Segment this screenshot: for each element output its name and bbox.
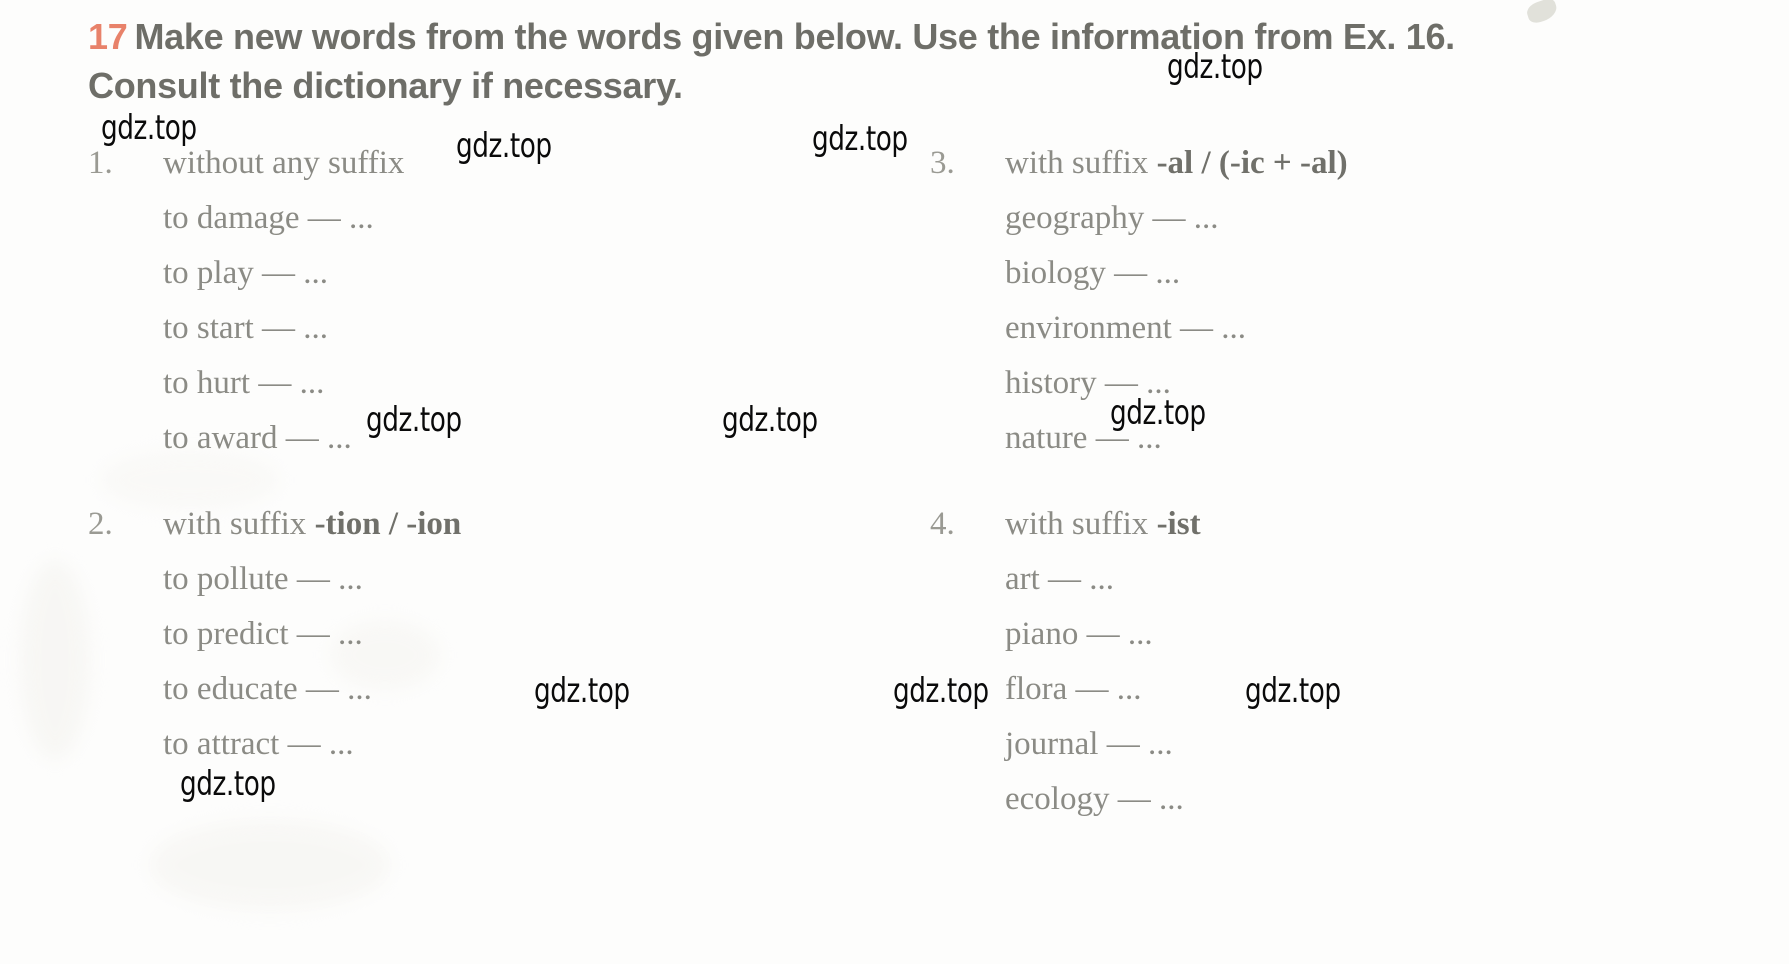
task-block-1: 1. without any suffix to damage — ... to… (88, 136, 404, 466)
list-item: to predict — ... (163, 616, 363, 652)
list-item: environment — ... (1005, 310, 1247, 346)
watermark: gdz.top (893, 671, 989, 711)
list-item: to pollute — ... (163, 561, 363, 597)
block-4-title-plain: with suffix (1005, 506, 1157, 542)
watermark: gdz.top (812, 119, 908, 159)
scan-artifact (20, 560, 90, 760)
block-4-title: with suffix -ist (1005, 497, 1201, 552)
block-4-header: 4. with suffix -ist (930, 497, 1201, 552)
watermark: gdz.top (534, 671, 630, 711)
task-block-4: 4. with suffix -ist art — ... piano — ..… (930, 497, 1201, 827)
list-item: art — ... (1005, 561, 1115, 597)
watermark: gdz.top (366, 400, 462, 440)
block-4-number: 4. (930, 506, 955, 542)
block-3-title: with suffix -al / (-ic + -al) (1005, 136, 1348, 191)
block-2-header: 2. with suffix -tion / -ion (88, 497, 461, 552)
watermark: gdz.top (1167, 47, 1263, 87)
block-2-title: with suffix -tion / -ion (163, 497, 461, 552)
list-item: flora — ... (1005, 671, 1142, 707)
block-2-title-plain: with suffix (163, 506, 315, 542)
watermark: gdz.top (722, 400, 818, 440)
task-block-2: 2. with suffix -tion / -ion to pollute —… (88, 497, 461, 772)
exercise-number: 17 (88, 16, 128, 57)
exercise-instruction-line-2: Consult the dictionary if necessary. (88, 65, 683, 106)
list-item: piano — ... (1005, 616, 1153, 652)
list-item: journal — ... (1005, 726, 1173, 762)
block-2-list: to pollute — ... to predict — ... to edu… (88, 552, 461, 772)
watermark: gdz.top (456, 126, 552, 166)
block-1-title: without any suffix (163, 136, 404, 191)
block-2-number: 2. (88, 506, 113, 542)
block-3-number: 3. (930, 145, 955, 181)
block-4-title-suffix: -ist (1156, 506, 1201, 542)
list-item: to start — ... (163, 310, 328, 346)
list-item: to educate — ... (163, 671, 372, 707)
watermark: gdz.top (180, 764, 276, 804)
watermark: gdz.top (1245, 671, 1341, 711)
block-3-title-suffix: -al / (-ic + -al) (1156, 145, 1348, 181)
worksheet-page: 17 Make new words from the words given be… (0, 0, 1789, 964)
watermark: gdz.top (1110, 393, 1206, 433)
block-2-title-suffix: -tion / -ion (314, 506, 462, 542)
list-item: biology — ... (1005, 255, 1181, 291)
exercise-heading: 17 Make new words from the words given be… (88, 12, 1508, 110)
list-item: to play — ... (163, 255, 328, 291)
list-item: to damage — ... (163, 200, 374, 236)
list-item: geography — ... (1005, 200, 1219, 236)
list-item: ecology — ... (1005, 781, 1184, 817)
block-1-title-plain: without any suffix (163, 145, 405, 181)
scanner-speck-icon (1524, 0, 1560, 26)
block-3-title-plain: with suffix (1005, 145, 1157, 181)
watermark: gdz.top (101, 108, 197, 148)
block-3-header: 3. with suffix -al / (-ic + -al) (930, 136, 1348, 191)
block-1-list: to damage — ... to play — ... to start —… (88, 191, 404, 466)
scan-artifact (150, 820, 390, 910)
